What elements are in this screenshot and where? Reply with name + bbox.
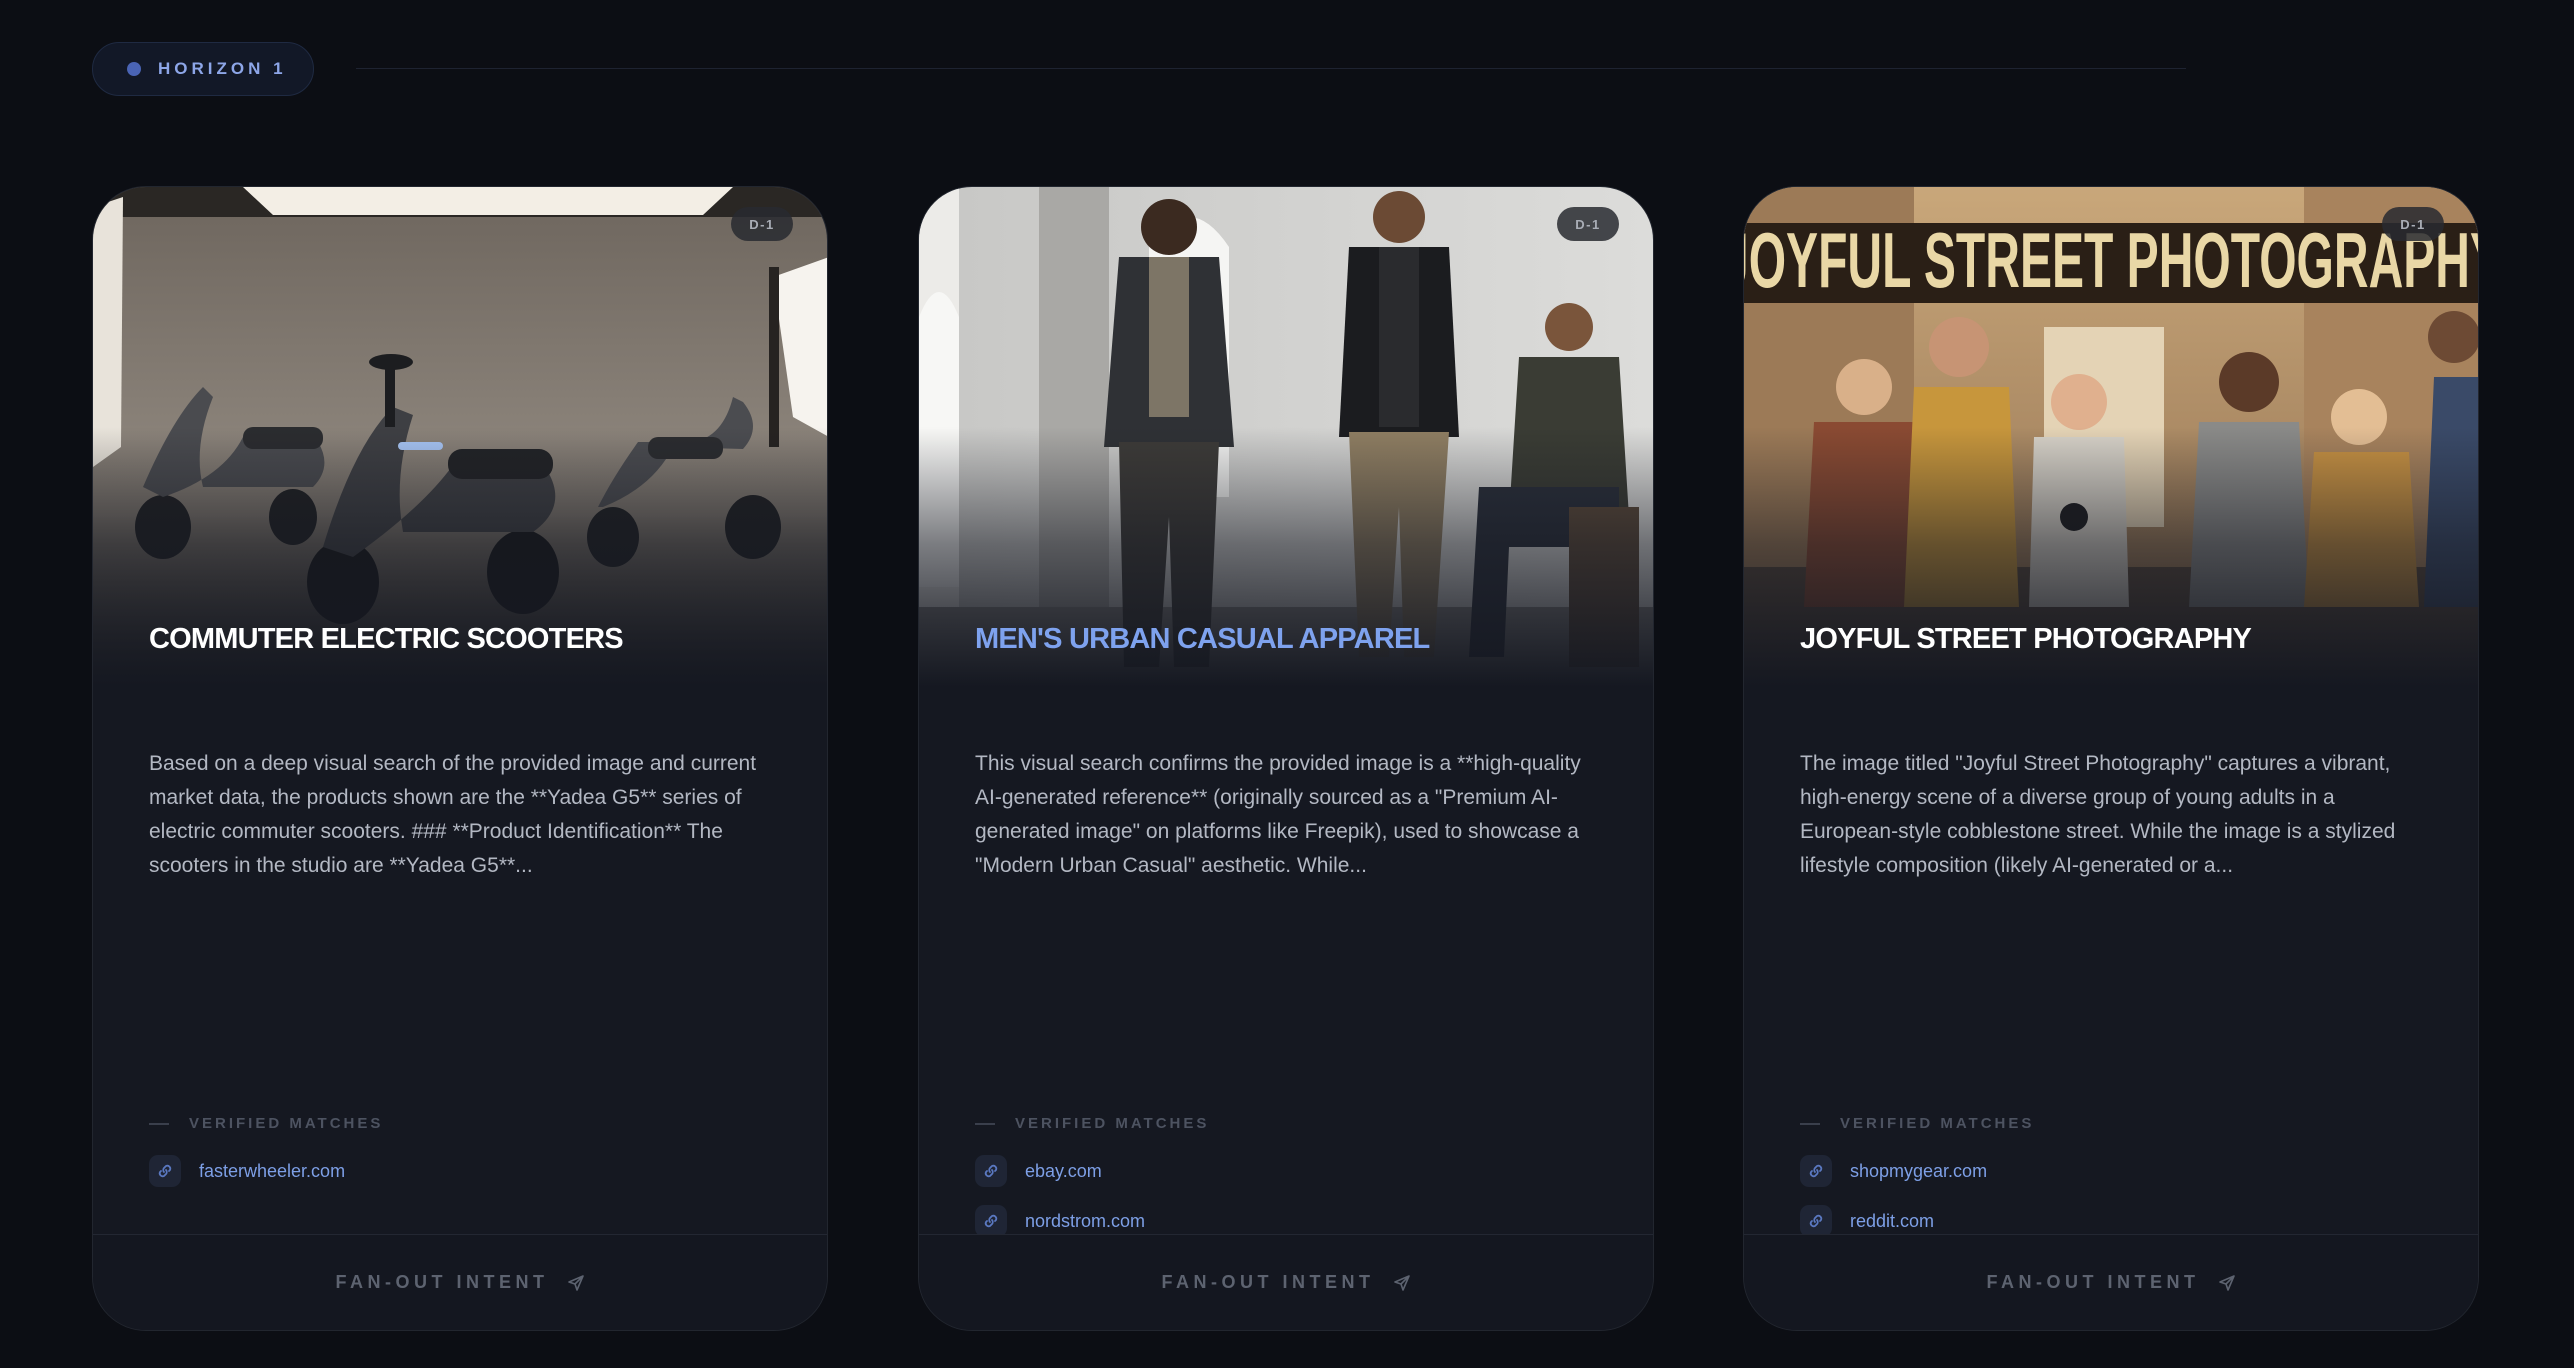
result-card: D-1 COMMUTER ELECTRIC SCOOTERS Based on … (92, 186, 828, 1331)
card-title[interactable]: JOYFUL STREET PHOTOGRAPHY (1800, 623, 2252, 656)
dot-icon (127, 62, 141, 76)
match-link[interactable]: reddit.com (1800, 1205, 1934, 1237)
card-description: Based on a deep visual search of the pro… (149, 752, 757, 877)
verified-matches-label: VERIFIED MATCHES (189, 1115, 384, 1132)
verified-matches-header: VERIFIED MATCHES (975, 1115, 1209, 1132)
fan-out-intent-button[interactable]: FAN-OUT INTENT (93, 1234, 827, 1330)
match-domain[interactable]: ebay.com (1025, 1161, 1102, 1182)
card-title[interactable]: COMMUTER ELECTRIC SCOOTERS (149, 623, 624, 656)
header-divider (356, 68, 2186, 69)
card-image-scooters[interactable] (93, 187, 827, 687)
card-description: The image titled "Joyful Street Photogra… (1800, 752, 2396, 877)
depth-badge: D-1 (731, 207, 793, 241)
send-outline-icon (1393, 1274, 1410, 1291)
dash-divider (975, 1122, 995, 1125)
link-icon (1800, 1205, 1832, 1237)
result-card: JOYFUL STREET PHOTOGRAPHY D-1 JOYFUL STR… (1743, 186, 2479, 1331)
match-domain[interactable]: reddit.com (1850, 1211, 1934, 1232)
match-link[interactable]: fasterwheeler.com (149, 1155, 345, 1187)
depth-badge: D-1 (1557, 207, 1619, 241)
verified-matches-header: VERIFIED MATCHES (1800, 1115, 2034, 1132)
match-link[interactable]: shopmygear.com (1800, 1155, 1987, 1187)
depth-badge: D-1 (2382, 207, 2444, 241)
card-image-apparel[interactable] (919, 187, 1653, 687)
verified-matches-header: VERIFIED MATCHES (149, 1115, 383, 1132)
verified-matches-label: VERIFIED MATCHES (1840, 1115, 2035, 1132)
result-card: D-1 MEN'S URBAN CASUAL APPAREL This visu… (918, 186, 1654, 1331)
match-link[interactable]: ebay.com (975, 1155, 1102, 1187)
fan-out-intent-button[interactable]: FAN-OUT INTENT (1744, 1234, 2478, 1330)
fan-out-intent-label: FAN-OUT INTENT (335, 1272, 549, 1292)
link-icon (975, 1205, 1007, 1237)
match-domain[interactable]: nordstrom.com (1025, 1211, 1145, 1232)
card-image-street[interactable]: JOYFUL STREET PHOTOGRAPHY (1744, 187, 2479, 687)
card-description: This visual search confirms the provided… (975, 752, 1581, 877)
link-icon (149, 1155, 181, 1187)
link-icon (975, 1155, 1007, 1187)
match-domain[interactable]: fasterwheeler.com (199, 1161, 345, 1182)
match-domain[interactable]: shopmygear.com (1850, 1161, 1987, 1182)
match-link[interactable]: nordstrom.com (975, 1205, 1145, 1237)
link-icon (1800, 1155, 1832, 1187)
fan-out-intent-button[interactable]: FAN-OUT INTENT (919, 1234, 1653, 1330)
horizon-tab[interactable]: HORIZON 1 (92, 42, 314, 96)
verified-matches-label: VERIFIED MATCHES (1015, 1115, 1210, 1132)
page: HORIZON 1 D-1 COMMUTER ELECTRIC SCOOTERS… (0, 0, 2574, 1368)
fan-out-intent-label: FAN-OUT INTENT (1161, 1272, 1375, 1292)
send-outline-icon (2218, 1274, 2235, 1291)
dash-divider (149, 1122, 169, 1125)
send-outline-icon (567, 1274, 584, 1291)
horizon-label: HORIZON 1 (158, 59, 287, 78)
image-banner-text: JOYFUL STREET PHOTOGRAPHY (1744, 216, 2479, 304)
fan-out-intent-label: FAN-OUT INTENT (1986, 1272, 2200, 1292)
dash-divider (1800, 1122, 1820, 1125)
card-title[interactable]: MEN'S URBAN CASUAL APPAREL (975, 623, 1430, 656)
